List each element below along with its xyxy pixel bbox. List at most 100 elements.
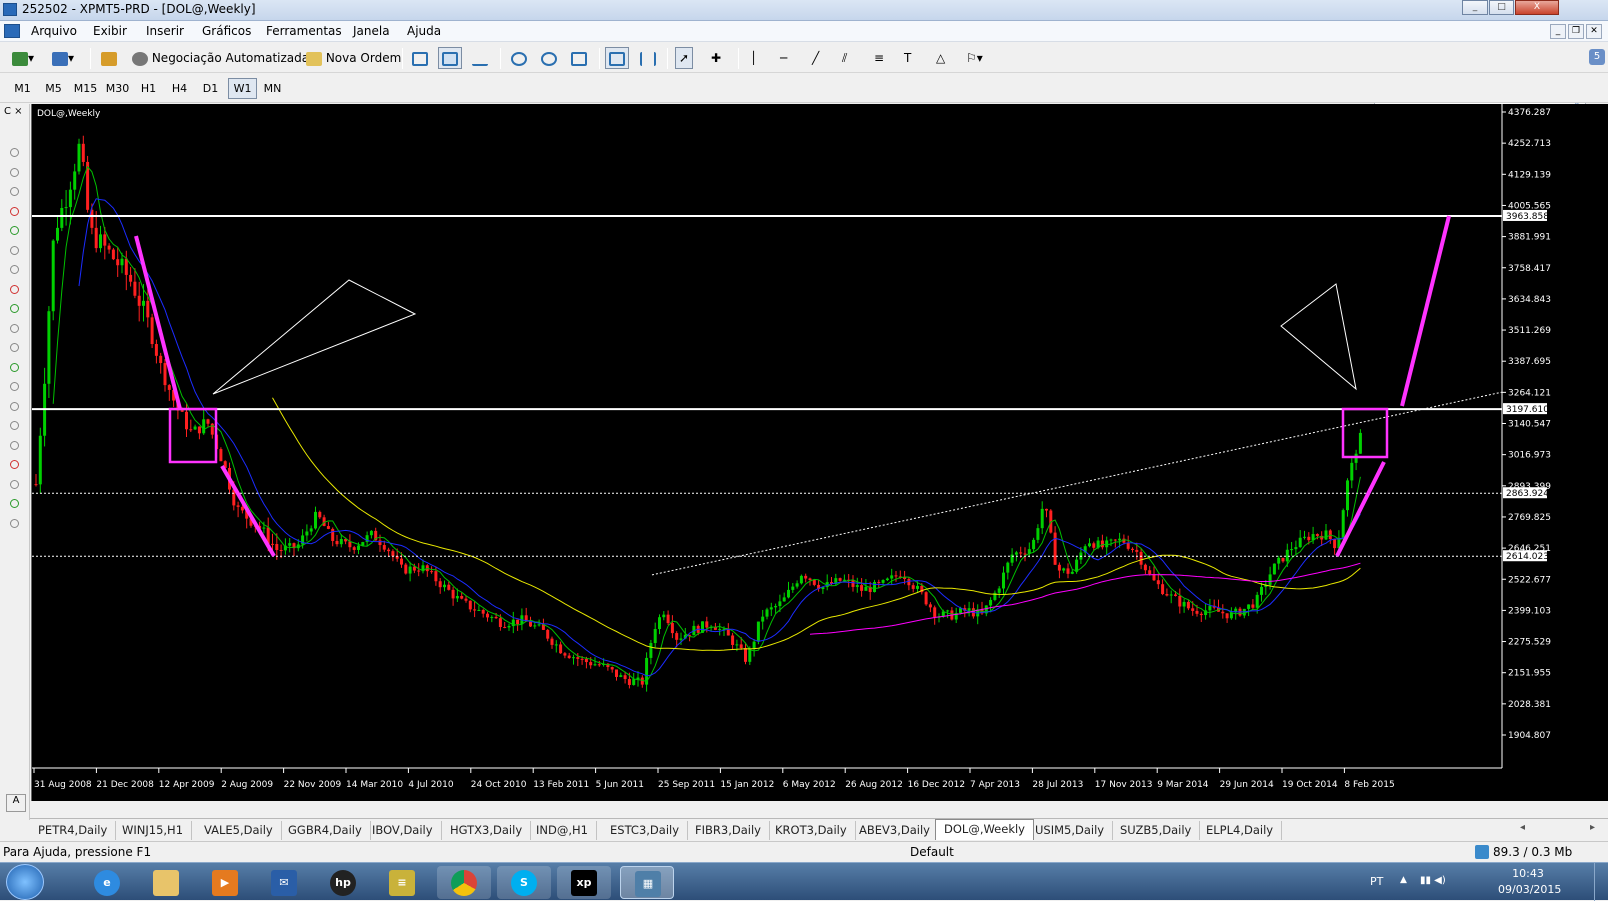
metatrader-icon[interactable]: ▦	[620, 866, 674, 899]
object-marker[interactable]	[10, 304, 19, 313]
horizontal-line-tool[interactable]: ─	[776, 47, 791, 69]
zoom-out-icon[interactable]	[537, 47, 561, 69]
tab-winj15-h1[interactable]: WINJ15,H1	[114, 821, 193, 840]
tray-icons[interactable]: ▮▮ ◀)	[1420, 875, 1446, 886]
start-icon[interactable]	[6, 864, 44, 900]
object-marker[interactable]	[10, 323, 19, 333]
line-chart-button[interactable]	[468, 47, 492, 69]
tab-dol-weekly[interactable]: DOL@,Weekly	[935, 819, 1034, 840]
tf-m30[interactable]: M30	[103, 78, 132, 99]
menu-janela[interactable]: Janela	[353, 24, 390, 38]
tf-m1[interactable]: M1	[8, 78, 37, 99]
xp-icon[interactable]: xp	[557, 866, 611, 899]
skype-icon[interactable]: S	[497, 866, 551, 899]
chart-shift-button[interactable]	[636, 47, 660, 69]
auto-scroll-button[interactable]	[605, 47, 629, 69]
vertical-line-tool[interactable]: │	[746, 47, 761, 69]
new-order-button[interactable]: Nova Ordem	[302, 47, 405, 69]
tab-krot3-daily[interactable]: KROT3,Daily	[767, 821, 856, 840]
arrows-tool[interactable]: ⚐▾	[962, 47, 987, 69]
object-marker[interactable]	[10, 362, 19, 372]
outlook-icon[interactable]: ✉	[257, 866, 311, 899]
ie-icon[interactable]: e	[80, 866, 134, 899]
tab-usim5-daily[interactable]: USIM5,Daily	[1027, 821, 1114, 840]
object-marker[interactable]	[10, 479, 19, 489]
tab-suzb5-daily[interactable]: SUZB5,Daily	[1112, 821, 1201, 840]
shapes-tool[interactable]: △	[932, 47, 949, 69]
tab-ind-h1[interactable]: IND@,H1	[528, 821, 597, 840]
tf-h1[interactable]: H1	[134, 78, 163, 99]
tf-m15[interactable]: M15	[71, 78, 100, 99]
show-desktop-button[interactable]	[1594, 863, 1608, 901]
chart-window-icon[interactable]	[4, 24, 20, 38]
object-marker[interactable]	[10, 187, 19, 196]
tf-d1[interactable]: D1	[196, 78, 225, 99]
object-marker[interactable]	[10, 499, 19, 508]
price-chart[interactable]: DOL@,Weekly 4376.287 4252.713 4129.139 4005…	[31, 104, 1608, 801]
object-marker[interactable]	[10, 440, 19, 450]
cursor-tool-button[interactable]: ➚	[675, 47, 694, 69]
text-tool[interactable]: T	[900, 47, 915, 69]
tab-scroll-right[interactable]: ▸	[1590, 822, 1595, 833]
hp-icon[interactable]: hp	[316, 866, 370, 899]
object-marker[interactable]	[10, 148, 19, 157]
profiles-button[interactable]: ▾	[48, 47, 78, 69]
market-watch-button[interactable]	[97, 47, 121, 69]
menu-inserir[interactable]: Inserir	[146, 24, 184, 38]
menu-ajuda[interactable]: Ajuda	[407, 24, 441, 38]
new-chart-button[interactable]: ▾	[8, 47, 38, 69]
tile-windows-icon[interactable]	[567, 47, 591, 69]
tab-ibov-daily[interactable]: IBOV,Daily	[364, 821, 442, 840]
fibonacci-tool[interactable]: ≡	[870, 47, 888, 69]
media-icon[interactable]: ▶	[198, 866, 252, 899]
object-marker[interactable]	[10, 518, 19, 528]
tray-arrow-icon[interactable]: ▲	[1400, 875, 1407, 885]
chrome-icon[interactable]	[437, 866, 491, 899]
files-icon[interactable]: ≡	[375, 866, 429, 899]
tf-w1[interactable]: W1	[228, 78, 257, 99]
object-marker[interactable]	[10, 284, 19, 294]
tab-fibr3-daily[interactable]: FIBR3,Daily	[687, 821, 770, 840]
zoom-in-icon[interactable]	[507, 47, 531, 69]
object-marker[interactable]	[10, 382, 19, 391]
object-marker[interactable]	[10, 460, 19, 469]
tab-scroll-left[interactable]: ◂	[1520, 822, 1525, 833]
minimize-button[interactable]: _	[1462, 0, 1488, 15]
object-marker[interactable]	[10, 167, 19, 177]
object-marker[interactable]	[10, 421, 19, 430]
menu-arquivo[interactable]: Arquivo	[31, 24, 77, 38]
object-marker[interactable]	[10, 401, 19, 411]
panel-toggle-button[interactable]: A	[6, 794, 26, 812]
tf-mn[interactable]: MN	[258, 78, 287, 99]
tab-hgtx3-daily[interactable]: HGTX3,Daily	[442, 821, 532, 840]
language-indicator[interactable]: PT	[1370, 875, 1383, 888]
tf-h4[interactable]: H4	[165, 78, 194, 99]
tab-ggbr4-daily[interactable]: GGBR4,Daily	[280, 821, 371, 840]
clock-date[interactable]: 09/03/2015	[1498, 883, 1561, 896]
object-marker[interactable]	[10, 343, 19, 352]
candlestick-chart-button[interactable]	[438, 47, 462, 69]
bar-chart-button[interactable]	[408, 47, 432, 69]
mdi-minimize-button[interactable]: _	[1550, 24, 1566, 39]
object-marker[interactable]	[10, 265, 19, 274]
tab-elpl4-daily[interactable]: ELPL4,Daily	[1198, 821, 1283, 840]
panel-close-icon[interactable]: C ×	[4, 106, 23, 117]
trendline-tool[interactable]: ╱	[808, 47, 823, 69]
tab-estc3-daily[interactable]: ESTC3,Daily	[602, 821, 689, 840]
object-marker[interactable]	[10, 245, 19, 255]
clock-time[interactable]: 10:43	[1498, 867, 1558, 880]
mdi-restore-button[interactable]: ❐	[1568, 24, 1584, 39]
channel-tool[interactable]: ⫽	[838, 47, 851, 69]
object-marker[interactable]	[10, 226, 19, 235]
tab-vale5-daily[interactable]: VALE5,Daily	[196, 821, 282, 840]
object-marker[interactable]	[10, 206, 19, 216]
tab-petr4-daily[interactable]: PETR4,Daily	[30, 821, 117, 840]
tf-m5[interactable]: M5	[39, 78, 68, 99]
maximize-button[interactable]: □	[1489, 0, 1514, 15]
auto-trading-button[interactable]: Negociação Automatizada	[128, 47, 313, 69]
community-icon[interactable]: 5	[1589, 49, 1605, 65]
menu-ferramentas[interactable]: Ferramentas	[266, 24, 342, 38]
mdi-close-button[interactable]: ✕	[1586, 24, 1602, 39]
menu-graficos[interactable]: Gráficos	[202, 24, 251, 38]
explorer-icon[interactable]	[139, 866, 193, 899]
